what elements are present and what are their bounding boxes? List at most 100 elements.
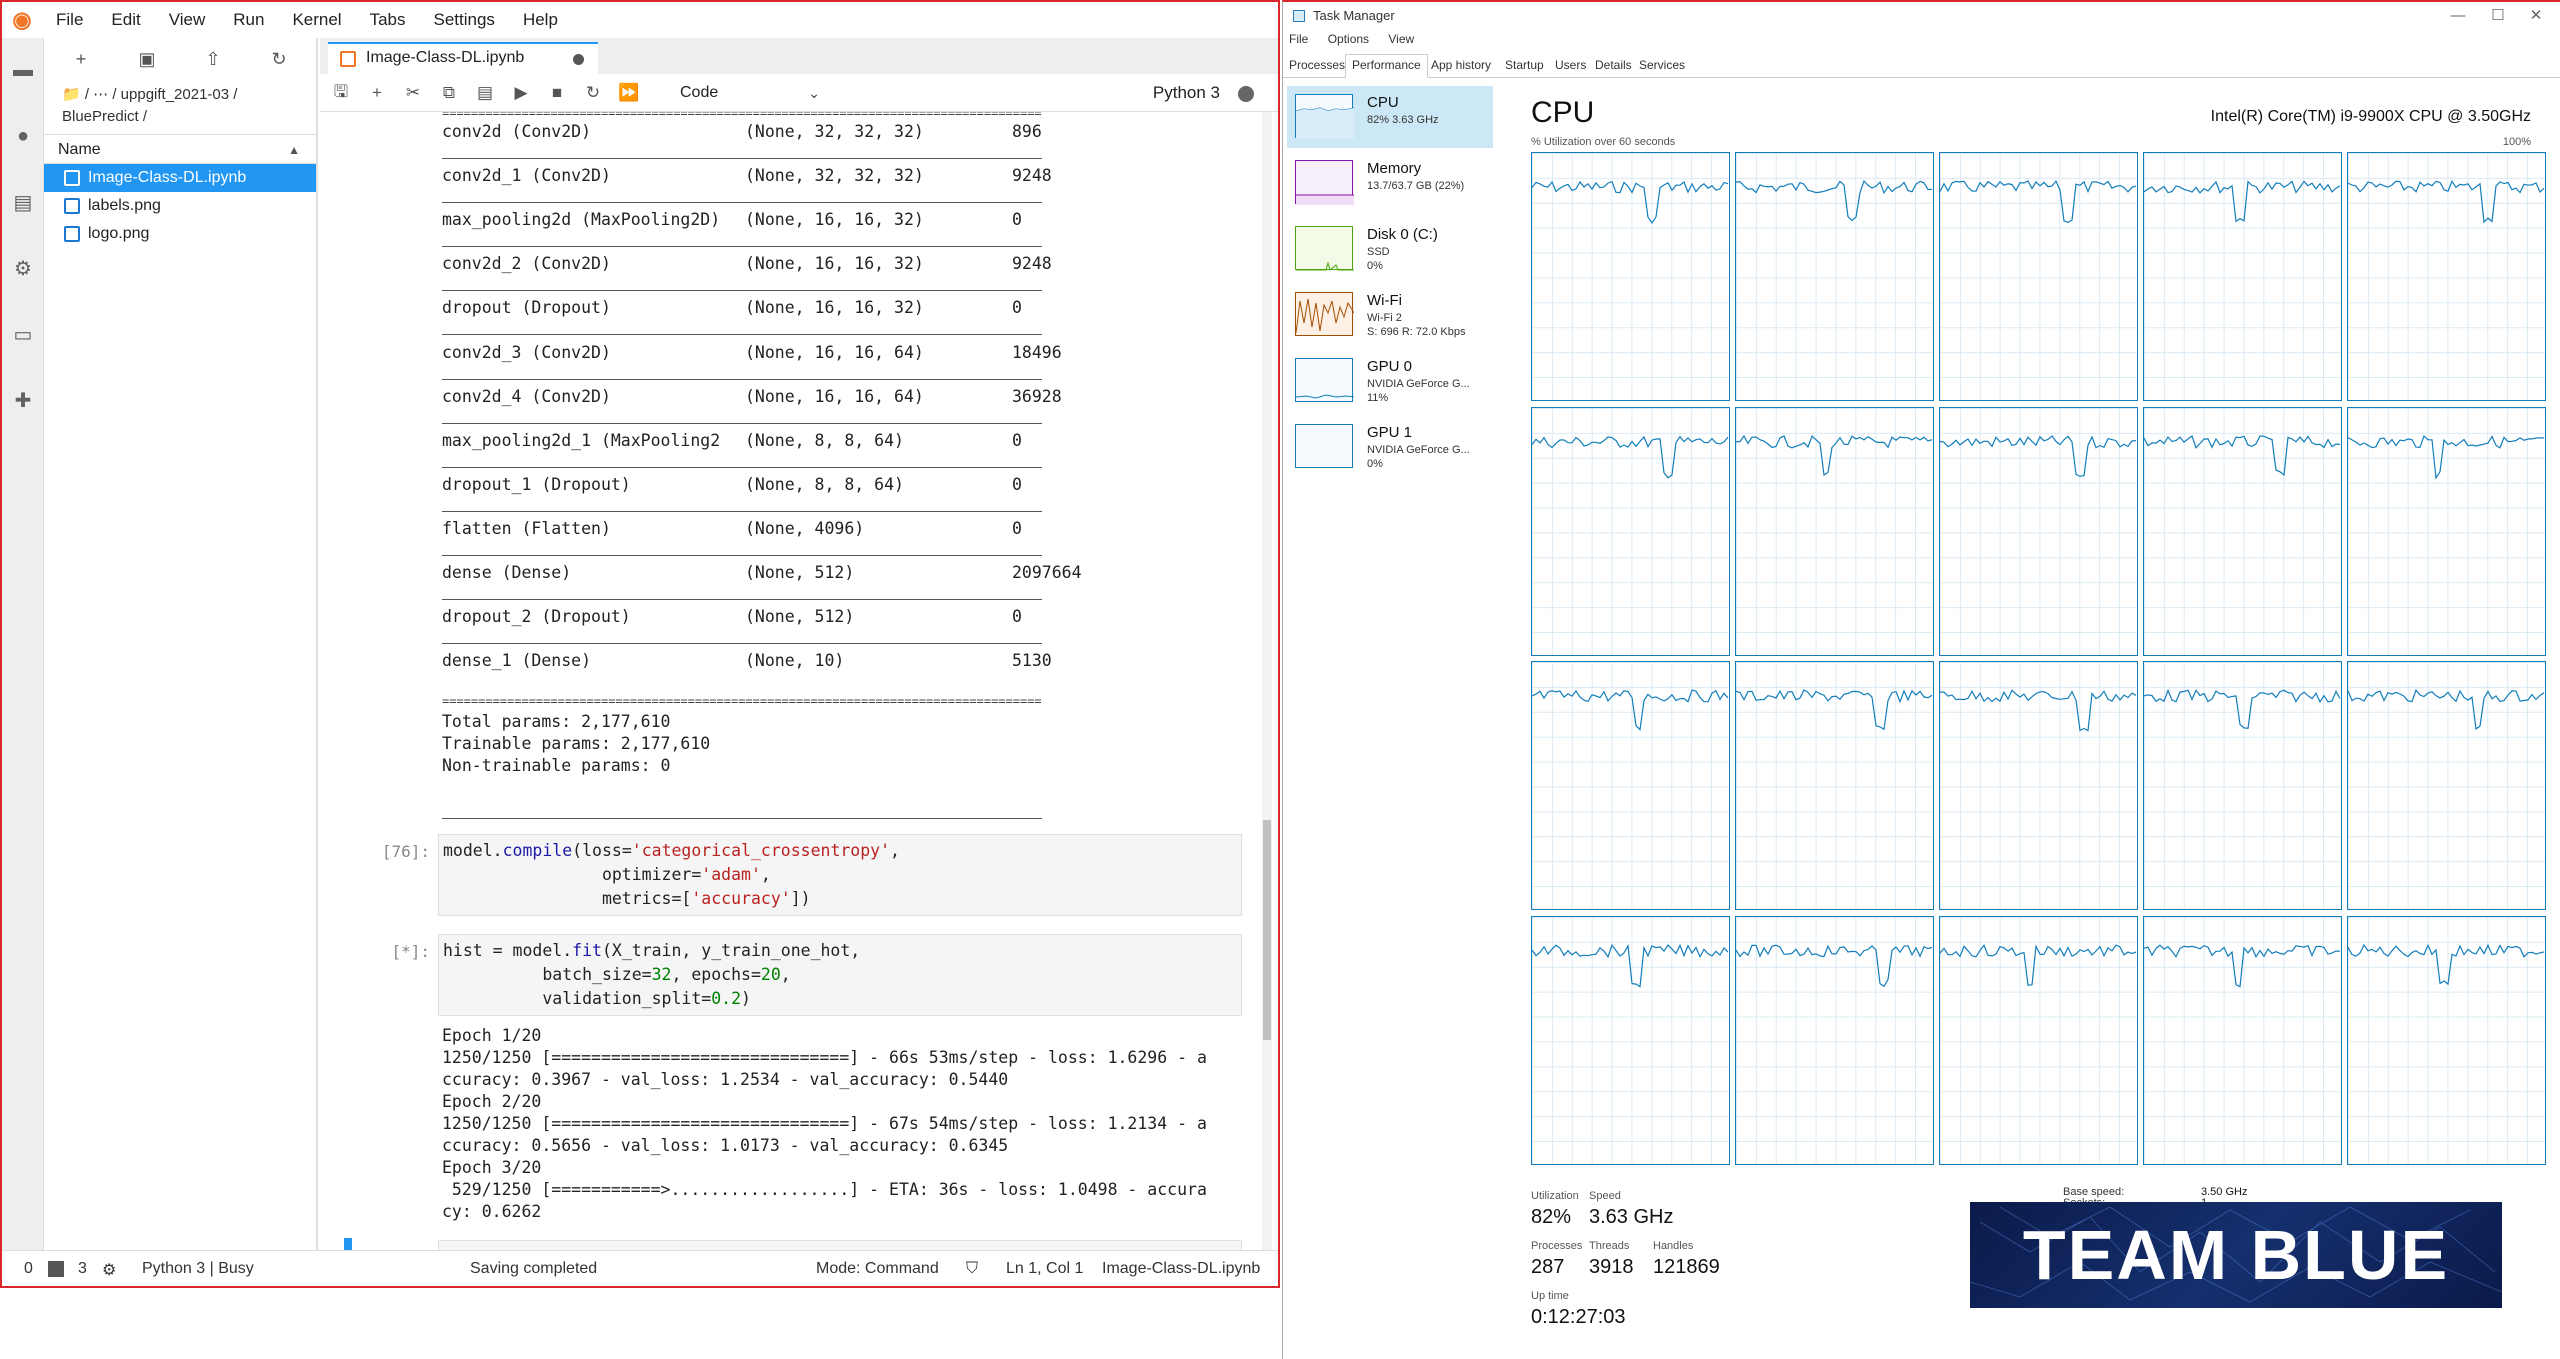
summary-rule [442,510,1042,512]
kernel-status[interactable]: Python 3 | Busy [142,1260,254,1278]
file-item-labels[interactable]: labels.png [44,192,316,220]
tab-details[interactable]: Details [1595,58,1632,72]
commands-icon[interactable]: ▤ [11,190,35,214]
tab-services[interactable]: Services [1639,58,1685,72]
output-line: 1250/1250 [=============================… [442,1114,1207,1133]
perf-item-memory[interactable]: Memory 13.7/63.7 GB (22%) [1287,152,1493,214]
task-manager-icon [1293,10,1305,22]
perf-item-disk[interactable]: Disk 0 (C:) SSD 0% [1287,218,1493,280]
breadcrumb[interactable]: 📁 / ⋯ / uppgift_2021-03 / BluePredict / [62,84,302,128]
core-utilization-line [1532,689,1729,731]
run-icon[interactable]: ▶ [510,82,532,104]
mode-status[interactable]: Mode: Command [816,1260,939,1278]
param-count: 0 [1012,474,1022,494]
core-utilization-line [1736,689,1933,731]
core-graph [1939,406,2138,656]
core-utilization-line [2348,943,2545,985]
tm-menu-bar: File Options View [1289,32,1430,46]
empty-code-cell[interactable] [438,1240,1242,1250]
copy-icon[interactable]: ⧉ [438,82,460,104]
menu-kernel[interactable]: Kernel [278,2,355,38]
insert-cell-icon[interactable]: + [366,82,388,104]
cell-type-dropdown[interactable]: Code ⌄ [680,82,820,104]
output-line: Epoch 3/20 [442,1158,542,1177]
unsaved-dot-icon[interactable] [573,54,584,65]
maximize-icon[interactable]: ☐ [2486,4,2510,28]
tab-processes[interactable]: Processes [1289,58,1345,72]
jupyterlab-window: ◉ File Edit View Run Kernel Tabs Setting… [0,0,1280,1288]
new-folder-icon[interactable]: ▣ [134,46,160,72]
core-utilization-line [1736,179,1933,222]
speed-label: Speed [1589,1190,1621,1202]
menu-run[interactable]: Run [219,2,278,38]
paste-icon[interactable]: ▤ [474,82,496,104]
menu-help[interactable]: Help [509,2,572,38]
notebook-content[interactable]: ========================================… [320,112,1278,1250]
tm-menu-file[interactable]: File [1289,32,1308,46]
new-launcher-icon[interactable]: + [68,46,94,72]
running-icon[interactable]: ● [11,124,35,148]
gpu1-thumbnail-graph [1295,424,1353,468]
property-inspector-icon[interactable]: ⚙ [11,256,35,280]
refresh-icon[interactable]: ↻ [266,46,292,72]
run-all-icon[interactable]: ⏩ [618,82,640,104]
notebook-tab[interactable]: Image-Class-DL.ipynb [328,42,598,74]
menu-tabs[interactable]: Tabs [356,2,420,38]
save-icon[interactable]: 🖫 [330,82,352,104]
extension-icon[interactable]: ✚ [11,388,35,412]
file-item-notebook[interactable]: Image-Class-DL.ipynb [44,164,316,192]
cut-icon[interactable]: ✂ [402,82,424,104]
perf-item-gpu0[interactable]: GPU 0 NVIDIA GeForce G... 11% [1287,350,1493,412]
threads-label: Threads [1589,1240,1630,1252]
tab-performance[interactable]: Performance [1345,54,1428,78]
name-column-header[interactable]: Name [58,141,101,158]
minimize-icon[interactable]: — [2446,4,2470,28]
tm-menu-view[interactable]: View [1388,32,1414,46]
upload-icon[interactable]: ⇧ [200,46,226,72]
cursor-position[interactable]: Ln 1, Col 1 [1006,1260,1083,1278]
utilization-label: Utilization [1531,1190,1579,1202]
kernel-name[interactable]: Python 3 [1153,83,1220,103]
close-icon[interactable]: ✕ [2524,4,2548,28]
file-item-logo[interactable]: logo.png [44,220,316,248]
code-cell-compile[interactable]: model.compile(loss='categorical_crossent… [438,834,1242,916]
core-graph [2143,152,2342,401]
perf-sub: NVIDIA GeForce G... [1367,378,1470,390]
notebook-icon [340,51,356,67]
folder-icon[interactable]: ▬ [11,58,35,82]
terminal-count[interactable]: 3 [78,1260,87,1278]
tm-menu-options[interactable]: Options [1328,32,1369,46]
menu-file[interactable]: File [42,2,97,38]
perf-item-gpu1[interactable]: GPU 1 NVIDIA GeForce G... 0% [1287,416,1493,478]
restart-icon[interactable]: ↻ [582,82,604,104]
gear-icon[interactable]: ⚙ [102,1260,116,1280]
core-graph [1735,152,1934,401]
handles-label: Handles [1653,1240,1694,1252]
scroll-thumb[interactable] [1263,820,1271,1040]
notebook-scrollbar[interactable] [1262,112,1272,1250]
param-count: 9248 [1012,254,1052,274]
menu-edit[interactable]: Edit [97,2,154,38]
param-count: 896 [1012,122,1042,141]
stop-icon[interactable]: ■ [546,82,568,104]
perf-item-wifi[interactable]: Wi-Fi Wi-Fi 2 S: 696 R: 72.0 Kbps [1287,284,1493,346]
logical-processor-graphs[interactable] [1531,152,2546,1165]
tab-users[interactable]: Users [1555,58,1586,72]
menu-view[interactable]: View [155,2,220,38]
perf-item-cpu[interactable]: CPU 82% 3.63 GHz [1287,86,1493,148]
performance-sidebar: CPU 82% 3.63 GHz Memory 13.7/63.7 GB (22… [1287,86,1493,486]
speed-value: 3.63 GHz [1589,1206,1674,1228]
code-cell-fit[interactable]: hist = model.fit(X_train, y_train_one_ho… [438,934,1242,1016]
menu-settings[interactable]: Settings [420,2,509,38]
tab-startup[interactable]: Startup [1505,58,1544,72]
summary-rule [442,158,1042,159]
tab-app-history[interactable]: App history [1431,58,1491,72]
tabs-icon[interactable]: ▭ [11,322,35,346]
core-utilization-line [1940,689,2137,732]
memory-thumbnail-graph [1295,160,1354,205]
task-manager-window: Task Manager — ☐ ✕ File Options View Pro… [1282,0,2560,1359]
handles-value: 121869 [1653,1256,1720,1278]
status-zero[interactable]: 0 [24,1260,33,1278]
file-list-header[interactable]: Name ▲ [44,134,316,164]
summary-rule [442,378,1042,380]
